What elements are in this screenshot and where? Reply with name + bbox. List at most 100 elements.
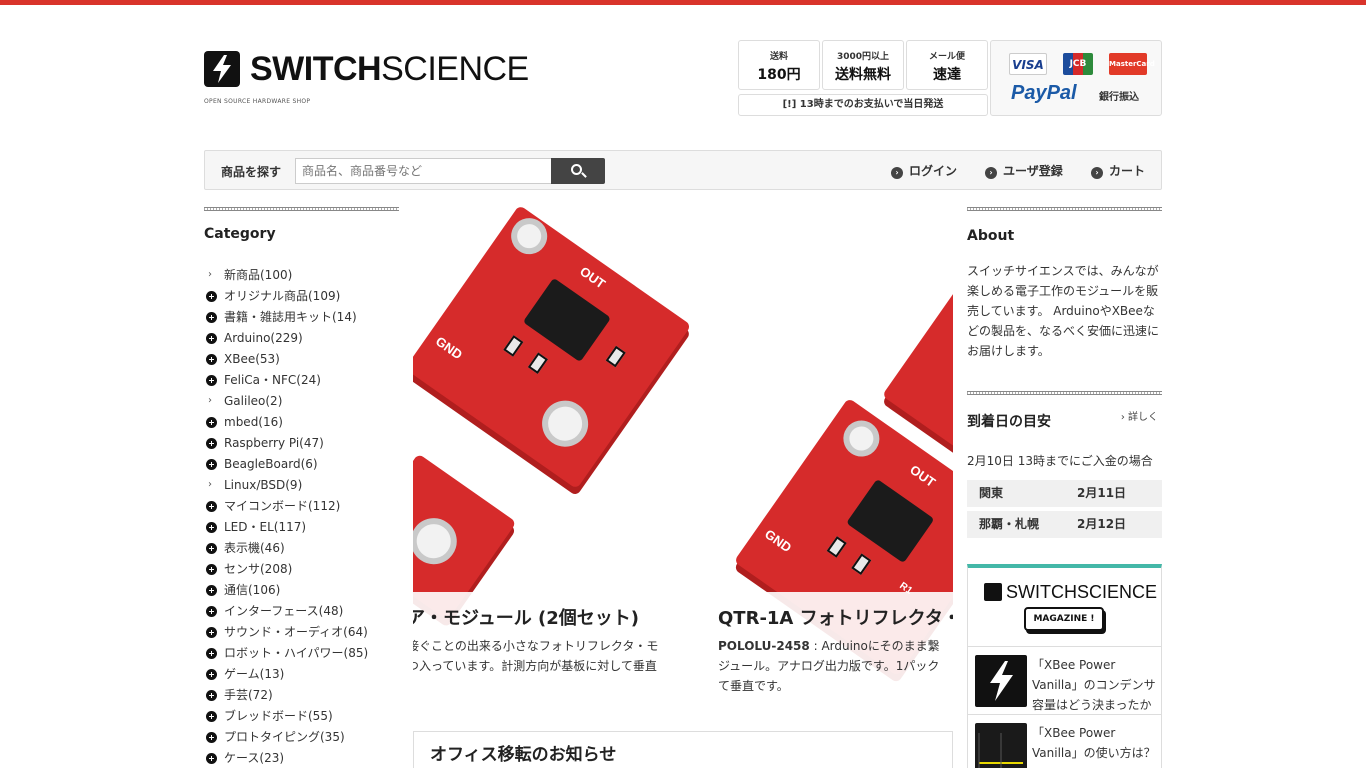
login-link[interactable]: › ログイン — [891, 162, 957, 179]
cart-link[interactable]: › カート — [1091, 162, 1145, 179]
mail-express-box: メール便 速達 — [906, 40, 988, 90]
article-title: 「XBee Power Vanilla」のコンデンサ容量はどう決まったか — [1032, 658, 1156, 712]
divider — [204, 207, 399, 211]
paypal-icon: PayPal — [1011, 82, 1077, 104]
category-item[interactable]: LED・EL(117) — [204, 517, 399, 538]
news-box: オフィス移転のお知らせ — [413, 731, 953, 768]
category-item[interactable]: 表示機(46) — [204, 538, 399, 559]
slide-caption-1[interactable]: ア・モジュール (2個セット) 接ぐことの出来る小さなフォトリフレクタ・モ つ入っ… — [413, 592, 697, 709]
search-label: 商品を探す — [221, 165, 282, 179]
category-item[interactable]: 書籍・雑誌用キット(14) — [204, 307, 399, 328]
divider — [967, 207, 1162, 211]
product-image-pcb: OUT GND — [413, 207, 692, 490]
magazine-article[interactable]: 「XBee Power Vanilla」のコンデンサ容量はどう決まったか — [968, 646, 1161, 714]
right-sidebar: About スイッチサイエンスでは、みんなが楽しめる電子工作のモジュールを販売し… — [967, 207, 1162, 768]
category-label: ケース(23) — [224, 751, 285, 765]
logo-tagline: OPEN SOURCE HARDWARE SHOP — [204, 98, 311, 105]
category-item[interactable]: ゲーム(13) — [204, 664, 399, 685]
search-button[interactable] — [551, 158, 605, 184]
category-label: マイコンボード(112) — [224, 499, 341, 513]
category-item[interactable]: ロボット・ハイパワー(85) — [204, 643, 399, 664]
register-link[interactable]: › ユーザ登録 — [985, 162, 1063, 179]
category-item[interactable]: › Linux/BSD(9) — [204, 475, 399, 496]
category-label: センサ(208) — [224, 562, 293, 576]
plus-circle-icon — [206, 627, 217, 638]
slide-title: QTR-1A フォトリフレクタ・ — [718, 608, 953, 629]
plus-circle-icon — [206, 354, 217, 365]
plus-circle-icon — [206, 753, 217, 764]
magazine-logo[interactable]: SWITCHSCIENCE — [984, 582, 1157, 603]
category-item[interactable]: BeagleBoard(6) — [204, 454, 399, 475]
category-title: Category — [204, 226, 276, 242]
category-label: サウンド・オーディオ(64) — [224, 625, 368, 639]
category-item[interactable]: mbed(16) — [204, 412, 399, 433]
category-item[interactable]: › 新商品(100) — [204, 265, 399, 286]
logo-wordmark: SWITCHSCIENCE — [250, 50, 529, 88]
category-item[interactable]: センサ(208) — [204, 559, 399, 580]
category-label: ロボット・ハイパワー(85) — [224, 646, 369, 660]
plus-circle-icon — [206, 312, 217, 323]
product-slider[interactable]: OUT GND OUT GND R1 ア・モジュール (2個セット) 接ぐことの… — [413, 207, 953, 709]
category-item[interactable]: オリジナル商品(109) — [204, 286, 399, 307]
category-item[interactable]: FeliCa・NFC(24) — [204, 370, 399, 391]
mount-hole — [533, 391, 598, 456]
main-content: OUT GND OUT GND R1 ア・モジュール (2個セット) 接ぐことの… — [413, 207, 953, 768]
plus-circle-icon — [206, 417, 217, 428]
category-label: Galileo(2) — [224, 394, 283, 408]
top-accent-bar — [0, 0, 1366, 5]
article-thumbnail — [975, 723, 1027, 768]
category-item[interactable]: プロトタイピング(35) — [204, 727, 399, 748]
magazine-badge: MAGAZINE ! — [1024, 607, 1104, 631]
arrow-circle-icon: › — [891, 167, 903, 179]
category-label: 新商品(100) — [224, 268, 293, 282]
category-label: 通信(106) — [224, 583, 281, 597]
category-list: › 新商品(100) オリジナル商品(109) 書籍・雑誌用キット(14) Arduin… — [204, 265, 399, 768]
category-label: mbed(16) — [224, 415, 283, 429]
category-item[interactable]: › Galileo(2) — [204, 391, 399, 412]
slide-description: 接ぐことの出来る小さなフォトリフレクタ・モ つ入っています。計測方向が基板に対して… — [413, 639, 659, 673]
category-item[interactable]: インターフェース(48) — [204, 601, 399, 622]
category-item[interactable]: マイコンボード(112) — [204, 496, 399, 517]
product-code: POLOLU-2458 — [718, 639, 810, 653]
category-item[interactable]: ケース(23) — [204, 748, 399, 768]
magazine-box: SWITCHSCIENCE MAGAZINE ! 「XBee Power Van… — [967, 564, 1162, 768]
plus-circle-icon — [206, 543, 217, 554]
category-label: ゲーム(13) — [224, 667, 285, 681]
category-label: オリジナル商品(109) — [224, 289, 341, 303]
category-label: FeliCa・NFC(24) — [224, 373, 321, 387]
arrival-row: 関東 2月11日 — [967, 480, 1162, 507]
category-item[interactable]: サウンド・オーディオ(64) — [204, 622, 399, 643]
news-title[interactable]: オフィス移転のお知らせ — [414, 732, 952, 765]
slide-title: ア・モジュール (2個セット) — [413, 608, 639, 629]
plus-circle-icon — [206, 585, 217, 596]
category-item[interactable]: Arduino(229) — [204, 328, 399, 349]
category-label: XBee(53) — [224, 352, 280, 366]
plus-circle-icon — [206, 375, 217, 386]
plus-circle-icon — [206, 690, 217, 701]
divider — [967, 391, 1162, 395]
category-item[interactable]: XBee(53) — [204, 349, 399, 370]
slide-description: POLOLU-2458 : Arduinoにそのまま繋 ジュール。アナログ出力版で… — [718, 639, 940, 693]
category-item[interactable]: Raspberry Pi(47) — [204, 433, 399, 454]
visa-icon: VISA — [1009, 53, 1047, 75]
category-label: Raspberry Pi(47) — [224, 436, 324, 450]
arrival-condition: 2月10日 13時までにご入金の場合 — [967, 454, 1153, 468]
plus-circle-icon — [206, 669, 217, 680]
plus-circle-icon — [206, 459, 217, 470]
category-item[interactable]: ブレッドボード(55) — [204, 706, 399, 727]
payment-methods: VISA JCB MasterCard PayPal 銀行振込 — [990, 40, 1162, 116]
details-link[interactable]: › 詳しく — [1121, 408, 1158, 423]
category-item[interactable]: 通信(106) — [204, 580, 399, 601]
plus-circle-icon — [206, 291, 217, 302]
about-section: About スイッチサイエンスでは、みんなが楽しめる電子工作のモジュールを販売し… — [967, 207, 1162, 361]
lightning-logo-icon — [204, 51, 240, 87]
slide-caption-2[interactable]: QTR-1A フォトリフレクタ・ POLOLU-2458 : Arduinoにそ… — [718, 592, 953, 709]
category-item[interactable]: 手芸(72) — [204, 685, 399, 706]
search-input[interactable] — [295, 158, 552, 184]
arrow-circle-icon: › — [1091, 167, 1103, 179]
mount-hole — [504, 211, 555, 262]
category-label: インターフェース(48) — [224, 604, 344, 618]
site-logo[interactable]: SWITCHSCIENCE OPEN SOURCE HARDWARE SHOP — [204, 50, 534, 110]
magazine-article[interactable]: 「XBee Power Vanilla」の使い方は？ — [968, 714, 1161, 768]
plus-circle-icon — [206, 732, 217, 743]
